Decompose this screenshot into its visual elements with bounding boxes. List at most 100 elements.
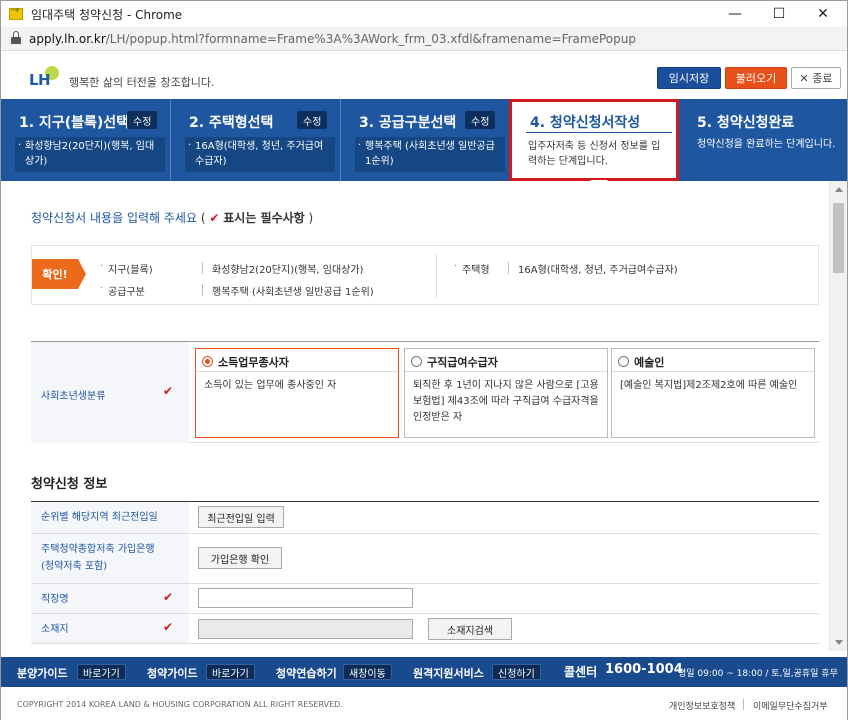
address-bar[interactable]: apply.lh.or.kr/LH/popup.html?formname=Fr… xyxy=(1,27,847,51)
step-4-desc: 입주자저축 등 신청서 정보를 입력하는 단계입니다. xyxy=(528,141,661,167)
option-desc: 퇴직한 후 1년이 지나지 않은 사람으로 [고용보험법] 제43조에 따라 구… xyxy=(413,380,599,423)
required-check-icon: ✔ xyxy=(163,620,174,634)
form-intro-open: ( xyxy=(200,211,206,225)
divider xyxy=(202,262,203,274)
option-title: 소득업무종사자 xyxy=(218,356,289,369)
bank-label: 주택청약종합저축 가입은행 xyxy=(41,544,155,555)
divider xyxy=(202,284,203,296)
required-note: 표시는 필수사항 xyxy=(223,211,305,225)
option-title: 예술인 xyxy=(634,356,665,369)
copyright-text: COPYRIGHT 2014 KOREA LAND & HOUSING CORP… xyxy=(17,700,343,709)
form-intro-close: ) xyxy=(308,211,314,225)
supply-value: 행복주택 (사회초년생 일반공급 1순위) xyxy=(212,287,374,298)
form-content: 청약신청서 내용을 입력해 주세요 ( ✔ 표시는 필수사항 ) 확인! 지구(… xyxy=(1,181,829,651)
option-job-seeker[interactable]: 구직급여수급자 퇴직한 후 1년이 지나지 않은 사람으로 [고용보험법] 제4… xyxy=(404,348,608,438)
url-text[interactable]: apply.lh.or.kr/LH/popup.html?formname=Fr… xyxy=(29,32,636,46)
option-desc: [예술인 복지법]제2조제2호에 따른 예술인 xyxy=(620,380,798,391)
temp-save-button[interactable]: 임시저장 xyxy=(657,67,721,89)
steps-bar: 1. 지구(블록)선택 수정 화성향남2(20단지)(행복, 임대상가) 2. … xyxy=(1,99,847,189)
bank-label-sub: (청약저축 포함) xyxy=(41,561,108,572)
scroll-up-icon[interactable] xyxy=(835,187,843,192)
lh-logo: LH xyxy=(29,66,63,89)
step-4-name: 4. 청약신청서작성 xyxy=(530,115,641,131)
district-value: 화성향남2(20단지)(행복, 임대상가) xyxy=(212,265,364,276)
exit-button[interactable]: ✕ 종료 xyxy=(791,67,841,89)
radio-unselected[interactable] xyxy=(618,356,629,367)
step-5-desc: 청약신청을 완료하는 단계입니다. xyxy=(697,139,836,150)
radio-selected[interactable] xyxy=(202,356,213,367)
required-check-icon: ✔ xyxy=(209,211,220,225)
divider xyxy=(743,699,744,710)
recent-move-label: 순위별 해당지역 최근전입일 xyxy=(41,512,158,523)
confirm-tag: 확인! xyxy=(32,259,86,289)
address-input[interactable] xyxy=(198,619,413,639)
type-value: 16A형(대학생, 청년, 주거급여수급자) xyxy=(518,265,678,276)
step-5-name: 5. 청약신청완료 xyxy=(697,115,795,131)
email-refusal-link[interactable]: 이메일무단수집거부 xyxy=(753,699,828,712)
scroll-down-icon[interactable] xyxy=(835,640,843,645)
slogan: 행복한 삶의 터전을 창조합니다. xyxy=(69,76,215,89)
table-row: 순위별 해당지역 최근전입일 최근전입일 입력 xyxy=(31,502,819,534)
option-divider xyxy=(612,371,814,372)
url-path: /LH/popup.html?formname=Frame%3A%3AWork_… xyxy=(105,31,636,46)
classification-label: 사회초년생분류 xyxy=(41,391,106,402)
step-1-desc: 화성향남2(20단지)(행복, 임대상가) xyxy=(15,137,165,172)
step-3: 3. 공급구분선택 수정 행복주택 (사회초년생 일반공급 1순위) xyxy=(341,99,509,181)
radio-unselected[interactable] xyxy=(411,356,422,367)
footer-remote-support-button[interactable]: 신청하기 xyxy=(492,664,541,680)
url-host: apply.lh.or.kr xyxy=(29,31,106,46)
form-intro-text: 청약신청서 내용을 입력해 주세요 xyxy=(31,211,198,225)
application-table: 순위별 해당지역 최근전입일 최근전입일 입력 주택청약종합저축 가입은행 (청… xyxy=(31,501,819,644)
step-1-edit-button[interactable]: 수정 xyxy=(127,111,158,129)
row-header: 직장명 ✔ xyxy=(31,584,189,613)
section-title: 청약신청 정보 xyxy=(31,477,108,492)
copyright-bar: COPYRIGHT 2014 KOREA LAND & HOUSING CORP… xyxy=(1,687,847,721)
required-check-icon: ✔ xyxy=(163,384,174,398)
step-4-underline xyxy=(526,132,672,133)
footer-apply-guide-button[interactable]: 바로가기 xyxy=(206,664,255,680)
site-header: LH 행복한 삶의 터전을 창조합니다. 임시저장 불러오기 ✕ 종료 xyxy=(1,53,847,99)
step-3-desc: 행복주택 (사회초년생 일반공급 1순위) xyxy=(355,137,505,172)
supply-label: 공급구분 xyxy=(100,283,145,298)
step-3-edit-button[interactable]: 수정 xyxy=(465,111,496,129)
table-row: 소재지 ✔ 소재지검색 xyxy=(31,614,819,644)
bank-check-button[interactable]: 가입은행 확인 xyxy=(198,547,282,569)
step-4-active: 4. 청약신청서작성 입주자저축 등 신청서 정보를 입력하는 단계입니다. xyxy=(509,99,679,189)
content-scrollbar[interactable] xyxy=(829,181,847,651)
call-center-hours: 평일 09:00 ~ 18:00 / 토,일,공휴일 휴무 xyxy=(678,669,838,679)
option-title: 구직급여수급자 xyxy=(427,356,498,369)
load-button[interactable]: 불러오기 xyxy=(725,67,787,89)
row-header: 주택청약종합저축 가입은행 (청약저축 포함) xyxy=(31,534,189,583)
scroll-thumb[interactable] xyxy=(833,203,844,273)
title-bar: 임대주택 청약신청 - Chrome — ☐ ✕ xyxy=(1,1,847,27)
address-search-button[interactable]: 소재지검색 xyxy=(428,618,512,640)
table-row: 직장명 ✔ xyxy=(31,584,819,614)
maximize-button[interactable]: ☐ xyxy=(757,1,801,27)
browser-window: 임대주택 청약신청 - Chrome — ☐ ✕ apply.lh.or.kr/… xyxy=(0,0,848,721)
option-artist[interactable]: 예술인 [예술인 복지법]제2조제2호에 따른 예술인 xyxy=(611,348,815,438)
step-2-edit-button[interactable]: 수정 xyxy=(297,111,328,129)
minimize-button[interactable]: — xyxy=(713,1,757,27)
close-window-button[interactable]: ✕ xyxy=(801,1,845,27)
step-3-name: 3. 공급구분선택 xyxy=(359,115,457,131)
address-label: 소재지 xyxy=(41,624,69,635)
call-center-label: 콜센터 xyxy=(564,665,598,679)
classification-section: 사회초년생분류 ✔ 소득업무종사자 소득이 있는 업무에 종사중인 자 구직급여… xyxy=(31,341,819,443)
form-intro: 청약신청서 내용을 입력해 주세요 ( ✔ 표시는 필수사항 ) xyxy=(31,209,313,226)
recent-move-input-button[interactable]: 최근전입일 입력 xyxy=(198,506,284,528)
lock-icon xyxy=(11,30,21,44)
footer-item-label: 원격지원서비스 xyxy=(413,667,484,680)
footer-item-label: 청약가이드 xyxy=(147,667,198,680)
footer-sale-guide-button[interactable]: 바로가기 xyxy=(77,664,126,680)
row-header: 순위별 해당지역 최근전입일 xyxy=(31,502,189,533)
district-label: 지구(블록) xyxy=(100,261,153,276)
classification-label-cell: 사회초년생분류 ✔ xyxy=(31,342,189,443)
required-check-icon: ✔ xyxy=(163,590,174,604)
app-favicon-icon xyxy=(9,5,23,20)
workplace-input[interactable] xyxy=(198,588,413,608)
option-income-worker[interactable]: 소득업무종사자 소득이 있는 업무에 종사중인 자 xyxy=(195,348,399,438)
footer-bar: 분양가이드 바로가기 청약가이드 바로가기 청약연습하기 새창이동 원격지원서비… xyxy=(1,657,847,687)
footer-practice-button[interactable]: 새창이동 xyxy=(343,664,392,680)
step-5: 5. 청약신청완료 청약신청을 완료하는 단계입니다. xyxy=(679,99,847,181)
privacy-policy-link[interactable]: 개인정보보호정책 xyxy=(669,699,735,712)
